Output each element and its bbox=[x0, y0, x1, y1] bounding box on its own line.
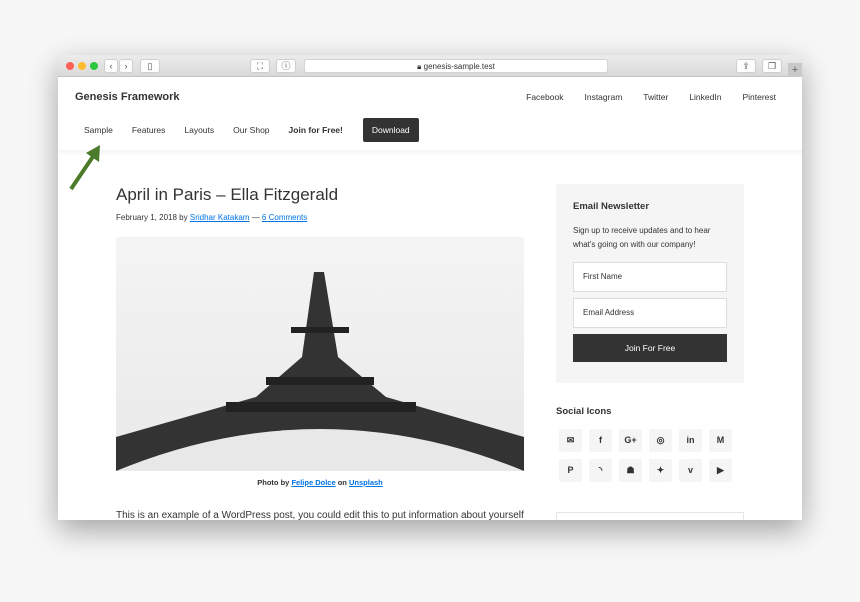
medium-icon[interactable]: M bbox=[709, 429, 732, 452]
minimize-button[interactable] bbox=[78, 62, 86, 70]
password-icon[interactable]: ⓘ bbox=[276, 59, 296, 73]
sidebar-widget bbox=[556, 512, 744, 520]
zoom-button[interactable] bbox=[90, 62, 98, 70]
photographer-link[interactable]: Felipe Dolce bbox=[291, 478, 335, 487]
social-icons-grid: ✉ f G+ ◎ in M P ◝ ☗ ✦ v ▶ bbox=[559, 429, 732, 482]
browser-window: ‹ › ▯ ⛶ ⓘ 🔒︎ genesis-sample.test ⇪ ❐ + G… bbox=[58, 55, 802, 520]
nav-instagram[interactable]: Instagram bbox=[584, 92, 622, 102]
rss-icon[interactable]: ◝ bbox=[589, 459, 612, 482]
post-body: This is an example of a WordPress post, … bbox=[116, 510, 524, 520]
back-icon[interactable]: ‹ bbox=[104, 59, 118, 73]
share-icon[interactable]: ⇪ bbox=[736, 59, 756, 73]
vimeo-icon[interactable]: v bbox=[679, 459, 702, 482]
youtube-icon[interactable]: ▶ bbox=[709, 459, 732, 482]
pinterest-icon[interactable]: P bbox=[559, 459, 582, 482]
header-divider bbox=[58, 150, 802, 156]
photo-caption: Photo by Felipe Dolce on Unsplash bbox=[257, 478, 383, 487]
post-meta: February 1, 2018 by Sridhar Katakam — 6 … bbox=[116, 213, 308, 222]
address-bar[interactable]: 🔒︎ genesis-sample.test bbox=[304, 59, 608, 73]
linkedin-icon[interactable]: in bbox=[679, 429, 702, 452]
social-nav: Facebook Instagram Twitter LinkedIn Pint… bbox=[526, 92, 776, 102]
author-link[interactable]: Sridhar Katakam bbox=[190, 213, 250, 222]
unsplash-link[interactable]: Unsplash bbox=[349, 478, 383, 487]
instagram-icon[interactable]: ◎ bbox=[649, 429, 672, 452]
comments-link[interactable]: 6 Comments bbox=[262, 213, 307, 222]
nav-facebook[interactable]: Facebook bbox=[526, 92, 563, 102]
nav-our-shop[interactable]: Our Shop bbox=[233, 125, 269, 135]
arrow-annotation-icon bbox=[69, 145, 100, 191]
close-button[interactable] bbox=[66, 62, 74, 70]
browser-toolbar: ‹ › ▯ ⛶ ⓘ 🔒︎ genesis-sample.test ⇪ ❐ + bbox=[58, 55, 802, 77]
site-title[interactable]: Genesis Framework bbox=[75, 91, 180, 103]
sidebar-icon[interactable]: ▯ bbox=[140, 59, 160, 73]
social-icons-title: Social Icons bbox=[556, 406, 612, 417]
nav-sample[interactable]: Sample bbox=[84, 125, 113, 135]
post-title: April in Paris – Ella Fitzgerald bbox=[116, 185, 339, 204]
tabs-icon[interactable]: ❐ bbox=[762, 59, 782, 73]
newsletter-title: Email Newsletter bbox=[573, 201, 650, 212]
download-button[interactable]: Download bbox=[362, 118, 419, 142]
join-button[interactable]: Join For Free bbox=[573, 334, 727, 362]
first-name-input[interactable]: First Name bbox=[573, 262, 727, 292]
new-tab-button[interactable]: + bbox=[788, 63, 802, 77]
nav-features[interactable]: Features bbox=[132, 125, 166, 135]
forward-icon[interactable]: › bbox=[119, 59, 133, 73]
facebook-icon[interactable]: f bbox=[589, 429, 612, 452]
primary-nav: Sample Features Layouts Our Shop Join fo… bbox=[84, 118, 438, 142]
newsletter-widget: Email Newsletter Sign up to receive upda… bbox=[556, 184, 744, 383]
nav-linkedin[interactable]: LinkedIn bbox=[689, 92, 721, 102]
twitter-icon[interactable]: ✦ bbox=[649, 459, 672, 482]
google-plus-icon[interactable]: G+ bbox=[619, 429, 642, 452]
reader-icon[interactable]: ⛶ bbox=[250, 59, 270, 73]
eiffel-tower-image bbox=[116, 237, 524, 471]
email-input[interactable]: Email Address bbox=[573, 298, 727, 328]
nav-layouts[interactable]: Layouts bbox=[184, 125, 214, 135]
snapchat-icon[interactable]: ☗ bbox=[619, 459, 642, 482]
nav-join[interactable]: Join for Free! bbox=[289, 125, 343, 135]
nav-pinterest[interactable]: Pinterest bbox=[742, 92, 776, 102]
nav-twitter[interactable]: Twitter bbox=[643, 92, 668, 102]
email-icon[interactable]: ✉ bbox=[559, 429, 582, 452]
newsletter-text: Sign up to receive updates and to hear w… bbox=[573, 226, 711, 249]
